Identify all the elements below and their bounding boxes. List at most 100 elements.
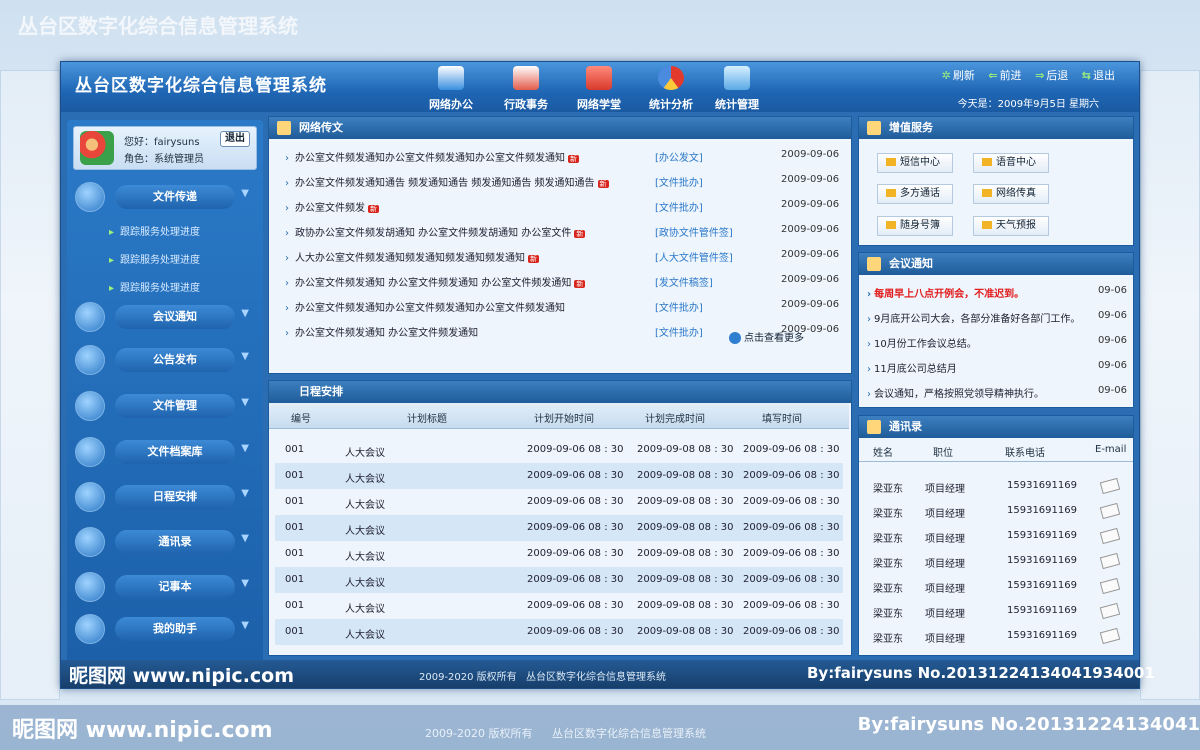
contact-row[interactable]: 梁亚东 项目经理 15931691169 bbox=[859, 549, 1133, 574]
meeting-item[interactable]: › 每周早上八点开例会，不准迟到。 09-06 bbox=[867, 285, 1127, 310]
cell-id: 001 bbox=[285, 574, 305, 585]
email-icon[interactable] bbox=[1099, 627, 1121, 645]
button-label: 天气预报 bbox=[996, 220, 1036, 231]
news-category[interactable]: [文件批办] bbox=[655, 324, 703, 339]
sidebar-item-file-transfer[interactable]: 文件传递 ▼ bbox=[75, 182, 253, 216]
voice-center-button[interactable]: 语音中心 bbox=[973, 153, 1049, 173]
news-category[interactable]: [文件批办] bbox=[655, 174, 703, 189]
news-category[interactable]: [办公发文] bbox=[655, 149, 703, 164]
news-item[interactable]: › 人大办公室文件频发通知频发通知频发通知频发通知新 [人大文件管件签] 2009-0… bbox=[285, 249, 851, 274]
contact-row[interactable]: 梁亚东 项目经理 15931691169 bbox=[859, 574, 1133, 599]
refresh-button[interactable]: ✲ 刷新 bbox=[942, 69, 975, 82]
nav-admin[interactable]: 行政事务 bbox=[486, 64, 566, 111]
copyright: 2009-2020 版权所有 bbox=[419, 672, 517, 683]
meeting-text: 11月底公司总结月 bbox=[874, 364, 957, 375]
chart-icon bbox=[658, 66, 684, 90]
email-icon[interactable] bbox=[1099, 527, 1121, 545]
exit-icon: ⇆ bbox=[1081, 69, 1091, 82]
contact-row[interactable]: 梁亚东 项目经理 15931691169 bbox=[859, 499, 1133, 524]
table-row[interactable]: 001 人大会议 2009-09-06 08 : 30 2009-09-08 08 :… bbox=[275, 463, 843, 489]
contacts-panel: 通讯录 姓名 职位 联系电话 E-mail 梁亚东 项目经理 15931691169… bbox=[858, 415, 1134, 656]
email-icon[interactable] bbox=[1099, 502, 1121, 520]
chevron-down-icon: ▼ bbox=[241, 488, 249, 499]
schedule-header: 编号 计划标题 计划开始时间 计划完成时间 填写时间 bbox=[269, 403, 849, 429]
news-item[interactable]: › 办公室文件频发通知办公室文件频发通知办公室文件频发通知 [文件批办] 2009-0… bbox=[285, 299, 851, 324]
bullet-icon: ▸ bbox=[109, 283, 115, 294]
phonebook-button[interactable]: 随身号簿 bbox=[877, 216, 953, 236]
background-panel bbox=[0, 70, 60, 700]
meeting-item[interactable]: › 会议通知，严格按照党领导精神执行。 09-06 bbox=[867, 385, 1127, 410]
email-icon[interactable] bbox=[1099, 577, 1121, 595]
submenu-item[interactable]: ▸ 跟踪服务处理进度 bbox=[109, 279, 200, 294]
conference-call-button[interactable]: 多方通话 bbox=[877, 184, 953, 204]
sidebar-item-file-manage[interactable]: 文件管理 ▼ bbox=[75, 391, 253, 425]
table-row[interactable]: 001 人大会议 2009-09-06 08 : 30 2009-09-08 08 :… bbox=[275, 541, 843, 567]
services-panel: 增值服务 短信中心 语音中心 多方通话 网络传真 随身号簿 天气预报 bbox=[858, 116, 1134, 246]
table-row[interactable]: 001 人大会议 2009-09-06 08 : 30 2009-09-08 08 :… bbox=[275, 567, 843, 593]
sidebar-item-schedule[interactable]: 日程安排 ▼ bbox=[75, 482, 253, 516]
cell-id: 001 bbox=[285, 496, 305, 507]
news-item[interactable]: › 办公室文件频发通知 办公室文件频发通知 办公室文件频发通知新 [发文件稿签] 20… bbox=[285, 274, 851, 299]
contact-name: 梁亚东 bbox=[873, 559, 903, 570]
schedule-title: 日程安排 bbox=[299, 385, 343, 398]
logout-button[interactable]: 退出 bbox=[220, 131, 250, 147]
news-item[interactable]: › 办公室文件频发通知通告 频发通知通告 频发通知通告 频发通知通告新 [文件批办]… bbox=[285, 174, 851, 199]
column-header: 计划开始时间 bbox=[534, 414, 594, 425]
nav-office[interactable]: 网络办公 bbox=[411, 64, 491, 111]
news-category[interactable]: [文件批办] bbox=[655, 199, 703, 214]
news-category[interactable]: [发文件稿签] bbox=[655, 274, 713, 289]
sms-center-button[interactable]: 短信中心 bbox=[877, 153, 953, 173]
meeting-item[interactable]: › 9月底开公司大会，各部分准备好各部门工作。 09-06 bbox=[867, 310, 1127, 335]
cell-filled: 2009-09-06 08 : 30 bbox=[743, 600, 840, 611]
news-category[interactable]: [文件批办] bbox=[655, 299, 703, 314]
schedule-icon bbox=[75, 482, 105, 512]
sidebar-item-assistant[interactable]: 我的助手 ▼ bbox=[75, 614, 253, 648]
arrow-icon bbox=[982, 189, 992, 197]
arrow-icon bbox=[982, 158, 992, 166]
sidebar-item-archive[interactable]: 文件档案库 ▼ bbox=[75, 437, 253, 471]
sidebar-item-announce[interactable]: 公告发布 ▼ bbox=[75, 345, 253, 379]
menu-label: 文件档案库 bbox=[115, 440, 235, 464]
table-row[interactable]: 001 人大会议 2009-09-06 08 : 30 2009-09-08 08 :… bbox=[275, 515, 843, 541]
email-icon[interactable] bbox=[1099, 602, 1121, 620]
table-row[interactable]: 001 人大会议 2009-09-06 08 : 30 2009-09-08 08 :… bbox=[275, 489, 843, 515]
meeting-item[interactable]: › 11月底公司总结月 09-06 bbox=[867, 360, 1127, 385]
sidebar-item-notebook[interactable]: 记事本 ▼ bbox=[75, 572, 253, 606]
sidebar-item-meeting[interactable]: 会议通知 ▼ bbox=[75, 302, 253, 336]
news-item[interactable]: › 政协办公室文件频发胡通知 办公室文件频发胡通知 办公室文件新 [政协文件管件签]… bbox=[285, 224, 851, 249]
news-item[interactable]: › 办公室文件频发通知办公室文件频发通知办公室文件频发通知新 [办公发文] 2009-… bbox=[285, 149, 851, 174]
fax-button[interactable]: 网络传真 bbox=[973, 184, 1049, 204]
table-row[interactable]: 001 人大会议 2009-09-06 08 : 30 2009-09-08 08 :… bbox=[275, 593, 843, 619]
menu-label: 会议通知 bbox=[115, 305, 235, 329]
more-link[interactable]: 点击查看更多 bbox=[729, 329, 804, 344]
cell-filled: 2009-09-06 08 : 30 bbox=[743, 496, 840, 507]
meeting-item[interactable]: › 10月份工作会议总结。 09-06 bbox=[867, 335, 1127, 360]
menu-label: 通讯录 bbox=[115, 530, 235, 554]
contact-phone: 15931691169 bbox=[1007, 630, 1077, 641]
bullet-icon: ▸ bbox=[109, 255, 115, 266]
exit-button[interactable]: ⇆ 退出 bbox=[1082, 69, 1115, 82]
table-row[interactable]: 001 人大会议 2009-09-06 08 : 30 2009-09-08 08 :… bbox=[275, 619, 843, 645]
nav-stat-manage[interactable]: 统计管理 bbox=[697, 64, 777, 111]
contact-row[interactable]: 梁亚东 项目经理 15931691169 bbox=[859, 599, 1133, 624]
weather-button[interactable]: 天气预报 bbox=[973, 216, 1049, 236]
admin-icon bbox=[513, 66, 539, 90]
nav-school[interactable]: 网络学堂 bbox=[559, 64, 639, 111]
contacts-icon bbox=[867, 420, 881, 434]
contact-row[interactable]: 梁亚东 项目经理 15931691169 bbox=[859, 474, 1133, 499]
contact-row[interactable]: 梁亚东 项目经理 15931691169 bbox=[859, 524, 1133, 549]
email-icon[interactable] bbox=[1099, 552, 1121, 570]
news-category[interactable]: [政协文件管件签] bbox=[655, 224, 733, 239]
cell-filled: 2009-09-06 08 : 30 bbox=[743, 548, 840, 559]
submenu-item[interactable]: ▸ 跟踪服务处理进度 bbox=[109, 251, 200, 266]
news-item[interactable]: › 办公室文件频发新 [文件批办] 2009-09-06 bbox=[285, 199, 851, 224]
table-row[interactable]: 001 人大会议 2009-09-06 08 : 30 2009-09-08 08 :… bbox=[275, 437, 843, 463]
forward-button[interactable]: ⇐ 前进 bbox=[988, 69, 1021, 82]
submenu-item[interactable]: ▸ 跟踪服务处理进度 bbox=[109, 223, 200, 238]
back-button[interactable]: ⇒ 后退 bbox=[1035, 69, 1068, 82]
news-category[interactable]: [人大文件管件签] bbox=[655, 249, 733, 264]
meeting-text: 每周早上八点开例会，不准迟到。 bbox=[874, 289, 1025, 300]
email-icon[interactable] bbox=[1099, 477, 1121, 495]
sidebar-item-contacts[interactable]: 通讯录 ▼ bbox=[75, 527, 253, 561]
contact-row[interactable]: 梁亚东 项目经理 15931691169 bbox=[859, 624, 1133, 649]
